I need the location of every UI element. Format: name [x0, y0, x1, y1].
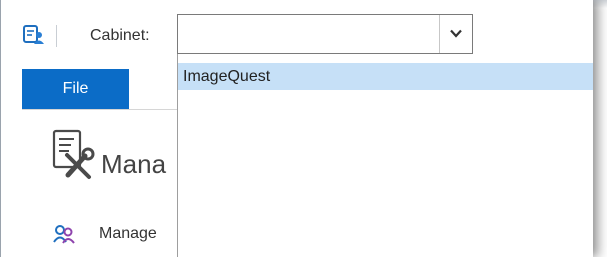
cabinet-combobox[interactable] — [177, 14, 473, 54]
manage-large-label: Mana — [101, 149, 167, 179]
manage-small-label[interactable]: Manage — [99, 225, 157, 243]
dropdown-option-imagequest[interactable]: ImageQuest — [178, 63, 593, 90]
cabinet-dropdown-button[interactable] — [439, 15, 472, 53]
app-window: Cabinet: File Mana Manage ImageQuest — [0, 0, 593, 257]
chevron-down-icon — [450, 25, 462, 43]
document-tools-icon[interactable] — [51, 129, 95, 185]
toolbar-separator — [56, 25, 57, 47]
cabinet-label: Cabinet: — [90, 27, 150, 44]
users-icon[interactable] — [53, 224, 75, 244]
toolbar: Cabinet: — [1, 14, 593, 54]
cabinet-person-icon[interactable] — [23, 25, 45, 45]
tab-file[interactable]: File — [22, 69, 129, 109]
cabinet-dropdown-list: ImageQuest — [177, 54, 593, 257]
